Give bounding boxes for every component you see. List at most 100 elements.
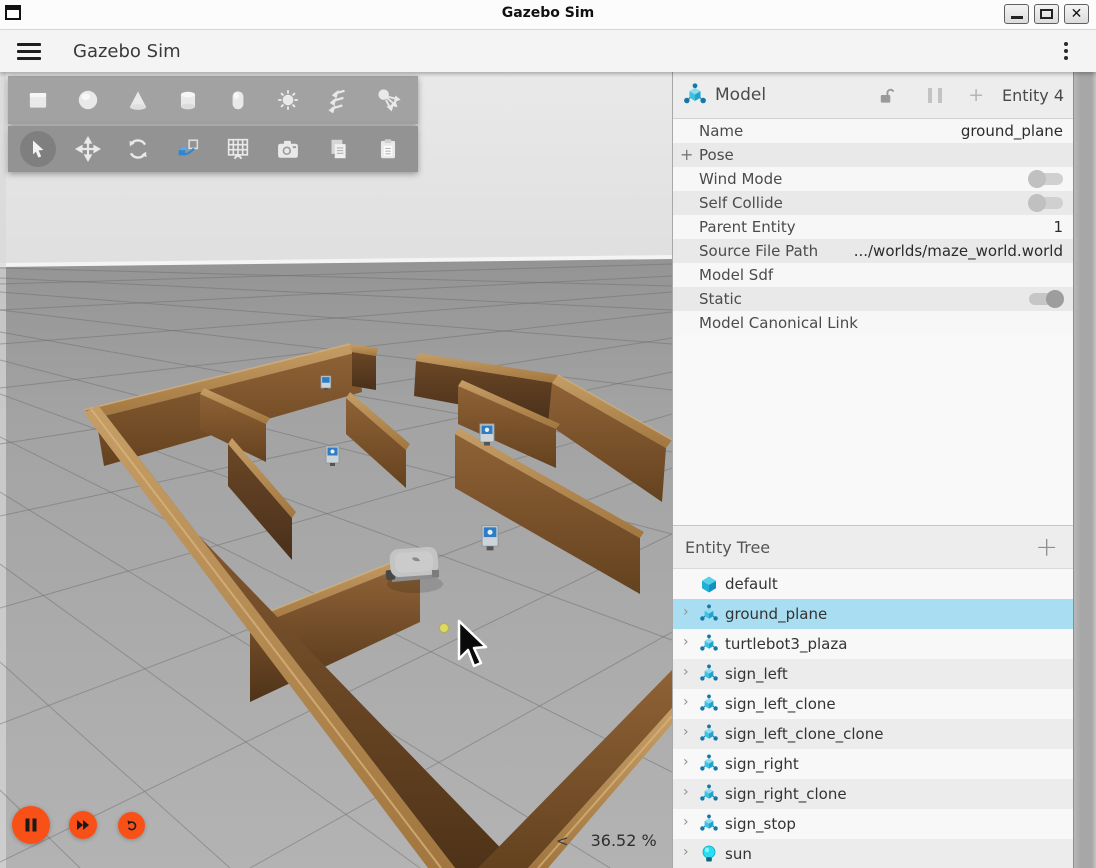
pause-button[interactable] xyxy=(12,806,50,844)
close-button[interactable]: ✕ xyxy=(1064,4,1089,24)
snap-transform-button[interactable] xyxy=(163,128,213,170)
close-icon: ✕ xyxy=(1071,7,1083,21)
model-icon xyxy=(699,604,719,624)
toggle-static[interactable] xyxy=(1029,293,1063,305)
box-button[interactable] xyxy=(13,79,63,121)
rtf-value: 36.52 % xyxy=(591,831,657,850)
tree-item-sun[interactable]: › sun xyxy=(673,839,1074,868)
maximize-button[interactable] xyxy=(1034,4,1059,24)
property-row-pose[interactable]: +Pose xyxy=(673,143,1074,167)
cylinder-button[interactable] xyxy=(163,79,213,121)
inspector-add-button[interactable]: + xyxy=(968,86,984,105)
toggle-self-collide[interactable] xyxy=(1029,197,1063,209)
grid-config-button[interactable] xyxy=(213,128,263,170)
tree-item-ground-plane[interactable]: › ground_plane xyxy=(673,599,1074,629)
tree-item-label: turtlebot3_plaza xyxy=(725,635,847,653)
tree-item-sign-stop[interactable]: › sign_stop xyxy=(673,809,1074,839)
property-row-static[interactable]: Static xyxy=(673,287,1074,311)
select-tool-button[interactable] xyxy=(13,128,63,170)
cone-button[interactable] xyxy=(113,79,163,121)
model-icon xyxy=(683,83,707,107)
expand-chevron-icon[interactable]: › xyxy=(683,664,689,680)
tree-item-sign-left-clone-clone[interactable]: › sign_left_clone_clone xyxy=(673,719,1074,749)
collapse-chevron-icon[interactable]: < xyxy=(556,832,569,850)
capsule-icon xyxy=(225,87,251,113)
tree-item-default[interactable]: default xyxy=(673,569,1074,599)
property-row-self-collide[interactable]: Self Collide xyxy=(673,191,1074,215)
reset-button[interactable] xyxy=(118,812,145,839)
translate-tool-button[interactable] xyxy=(63,128,113,170)
model-icon xyxy=(699,754,719,774)
property-row-source-file-path[interactable]: Source File Path .../worlds/maze_world.wo… xyxy=(673,239,1074,263)
waffle-robot[interactable] xyxy=(385,546,443,593)
tool-toolbar xyxy=(8,126,418,172)
snap-transform-icon xyxy=(174,135,202,163)
model-icon xyxy=(699,694,719,714)
expand-chevron-icon[interactable]: › xyxy=(683,694,689,710)
expand-plus-icon[interactable]: + xyxy=(680,145,693,164)
main-content: < 36.52 % Model xyxy=(0,72,1096,868)
tree-item-label: sun xyxy=(725,845,752,863)
paste-button[interactable] xyxy=(363,128,413,170)
rtf-statusbar: < 36.52 % xyxy=(556,831,657,850)
property-label: Source File Path xyxy=(699,242,818,260)
capsule-button[interactable] xyxy=(213,79,263,121)
menu-hamburger-button[interactable] xyxy=(17,43,41,60)
property-label: Model Sdf xyxy=(699,266,773,284)
tree-item-turtlebot3-plaza[interactable]: › turtlebot3_plaza xyxy=(673,629,1074,659)
rotate-icon xyxy=(125,136,151,162)
rotate-tool-button[interactable] xyxy=(113,128,163,170)
property-label: Self Collide xyxy=(699,194,783,212)
minimize-icon xyxy=(1011,16,1023,19)
entity-label: Entity 4 xyxy=(1002,86,1064,105)
kebab-menu-button[interactable] xyxy=(1060,38,1072,64)
pause-icon xyxy=(23,817,39,833)
viewport-3d[interactable]: < 36.52 % xyxy=(0,72,672,868)
reset-icon xyxy=(125,819,139,833)
camera-icon xyxy=(274,135,302,163)
entity-tree-add-button[interactable]: + xyxy=(1035,534,1058,561)
tree-item-sign-left[interactable]: › sign_left xyxy=(673,659,1074,689)
toggle-wind-mode[interactable] xyxy=(1029,173,1063,185)
expand-chevron-icon[interactable]: › xyxy=(683,784,689,800)
point-light-button[interactable] xyxy=(263,79,313,121)
property-row-model-canonical-link[interactable]: Model Canonical Link xyxy=(673,311,1074,335)
viewport-left-margin xyxy=(0,72,6,868)
property-row-wind-mode[interactable]: Wind Mode xyxy=(673,167,1074,191)
property-value: .../worlds/maze_world.world xyxy=(854,242,1063,260)
copy-icon xyxy=(325,136,351,162)
shape-toolbar xyxy=(8,76,418,124)
expand-chevron-icon[interactable]: › xyxy=(683,814,689,830)
app-title: Gazebo Sim xyxy=(73,41,181,62)
expand-chevron-icon[interactable]: › xyxy=(683,634,689,650)
spot-light-icon xyxy=(375,87,401,113)
sphere-button[interactable] xyxy=(63,79,113,121)
lock-button[interactable] xyxy=(877,86,896,105)
property-value: ground_plane xyxy=(961,122,1063,140)
tree-item-label: sign_left_clone_clone xyxy=(725,725,883,743)
property-row-parent-entity[interactable]: Parent Entity1 xyxy=(673,215,1074,239)
viewport-3d-scene[interactable] xyxy=(0,72,672,868)
expand-chevron-icon[interactable]: › xyxy=(683,724,689,740)
property-row-model-sdf[interactable]: Model Sdf xyxy=(673,263,1074,287)
tree-item-label: sign_left xyxy=(725,665,788,683)
expand-chevron-icon[interactable]: › xyxy=(683,844,689,860)
tree-item-sign-left-clone[interactable]: › sign_left_clone xyxy=(673,689,1074,719)
tree-item-sign-right[interactable]: › sign_right xyxy=(673,749,1074,779)
panel-scrollbar[interactable] xyxy=(1073,72,1096,868)
component-inspector-header: Model + Entity 4 xyxy=(673,72,1074,119)
sphere-icon xyxy=(75,87,101,113)
expand-chevron-icon[interactable]: › xyxy=(683,754,689,770)
screenshot-button[interactable] xyxy=(263,128,313,170)
property-row-name[interactable]: Nameground_plane xyxy=(673,119,1074,143)
step-forward-button[interactable] xyxy=(69,811,97,839)
inspector-pause-button[interactable] xyxy=(928,88,942,103)
tree-item-sign-right-clone[interactable]: › sign_right_clone xyxy=(673,779,1074,809)
yellow-marker xyxy=(440,624,449,633)
minimize-button[interactable] xyxy=(1004,4,1029,24)
expand-chevron-icon[interactable]: › xyxy=(683,604,689,620)
copy-button[interactable] xyxy=(313,128,363,170)
directional-light-button[interactable] xyxy=(313,79,363,121)
app-toolbar: Gazebo Sim xyxy=(0,30,1096,72)
spot-light-button[interactable] xyxy=(363,79,413,121)
